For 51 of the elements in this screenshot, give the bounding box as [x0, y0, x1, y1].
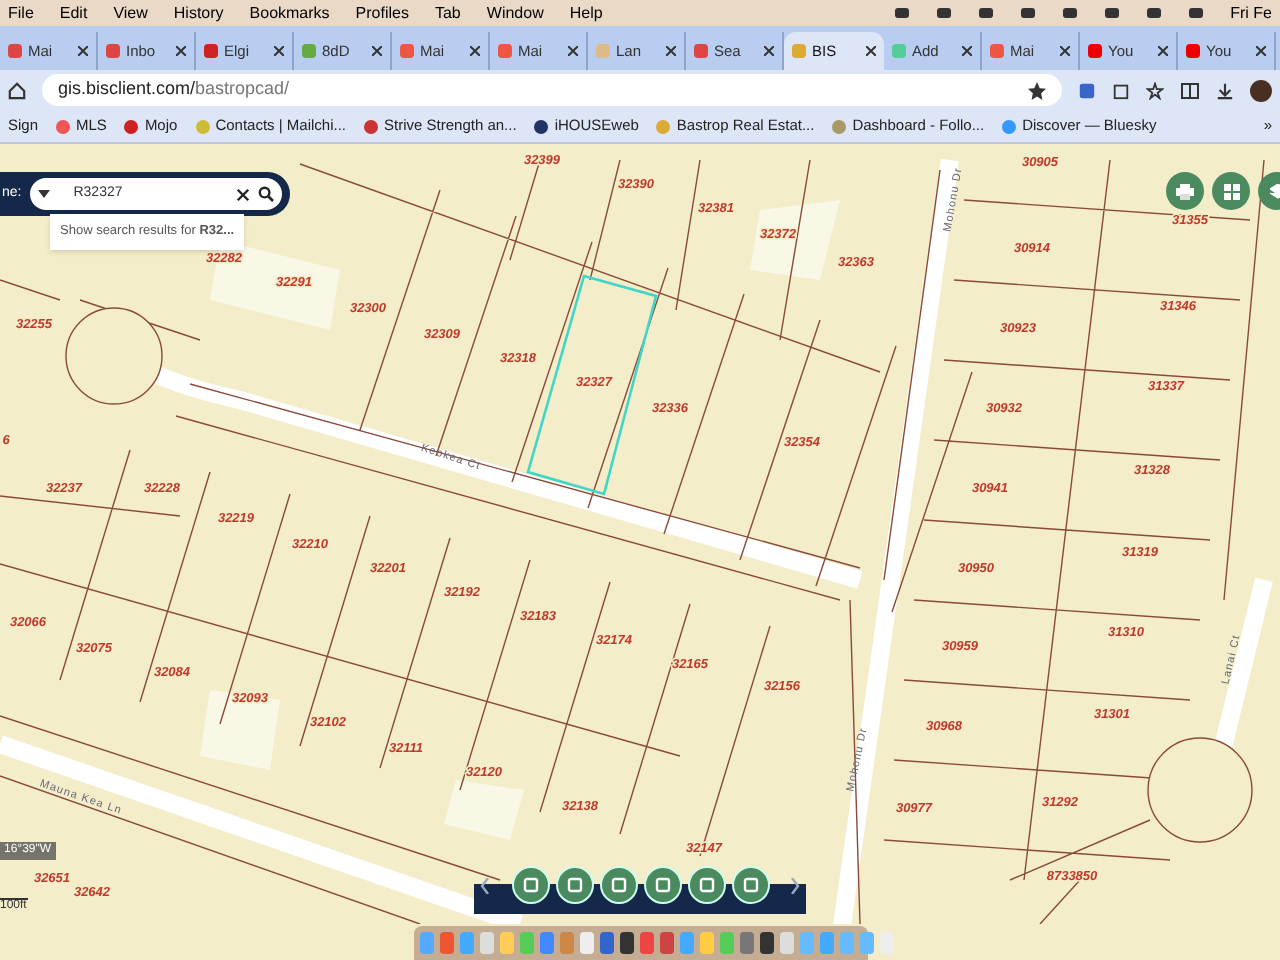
download-icon[interactable] [1216, 81, 1234, 99]
menu-item[interactable]: Window [486, 1, 544, 25]
close-icon[interactable] [236, 187, 250, 201]
address-field[interactable]: gis.bisclient.com/bastropcad/ [42, 74, 1062, 106]
close-icon[interactable] [1060, 46, 1070, 56]
close-icon[interactable] [1158, 46, 1168, 56]
home-icon[interactable] [8, 81, 26, 99]
favicon-icon [400, 44, 414, 58]
close-icon[interactable] [176, 46, 186, 56]
favicon-icon [990, 44, 1004, 58]
favicon-icon [892, 44, 906, 58]
favicon-icon [106, 44, 120, 58]
favicon-icon [204, 44, 218, 58]
menu-item[interactable]: File [8, 1, 34, 25]
star-list-icon[interactable] [1146, 81, 1164, 99]
clock: Fri Fe [1230, 1, 1272, 25]
menu-item[interactable]: View [113, 1, 148, 25]
dropdown-icon[interactable] [37, 190, 50, 198]
favicon-icon [302, 44, 316, 58]
menu-item[interactable]: Edit [59, 1, 88, 25]
favicon-icon [8, 44, 22, 58]
close-icon[interactable] [568, 46, 578, 56]
star-icon[interactable] [1028, 81, 1046, 99]
close-icon[interactable] [470, 46, 480, 56]
favicon-icon [694, 44, 708, 58]
reading-icon[interactable] [1180, 81, 1200, 99]
app-icon[interactable] [760, 932, 774, 954]
close-icon[interactable] [78, 46, 88, 56]
chevron-left-icon[interactable] [480, 877, 490, 893]
menu-item[interactable]: Tab [434, 1, 461, 25]
close-icon[interactable] [274, 46, 284, 56]
close-icon[interactable] [1256, 46, 1266, 56]
chevron-right-icon[interactable] [790, 877, 800, 893]
print-icon [1176, 183, 1194, 199]
favicon-icon [1088, 44, 1102, 58]
menu-item[interactable]: Bookmarks [249, 1, 330, 25]
favicon-icon [596, 44, 610, 58]
avatar[interactable] [1250, 79, 1272, 101]
grid-icon [1223, 183, 1239, 199]
favicon-icon [498, 44, 512, 58]
close-icon[interactable] [962, 46, 972, 56]
app-icon[interactable] [620, 932, 634, 954]
close-icon[interactable] [866, 46, 876, 56]
menu-item[interactable]: History [173, 1, 224, 25]
close-icon[interactable] [764, 46, 774, 56]
menu-item[interactable]: Help [569, 1, 603, 25]
menu-item[interactable]: Profiles [355, 1, 409, 25]
close-icon[interactable] [666, 46, 676, 56]
favicon-icon [1186, 44, 1200, 58]
favicon-icon [792, 44, 806, 58]
close-icon[interactable] [372, 46, 382, 56]
